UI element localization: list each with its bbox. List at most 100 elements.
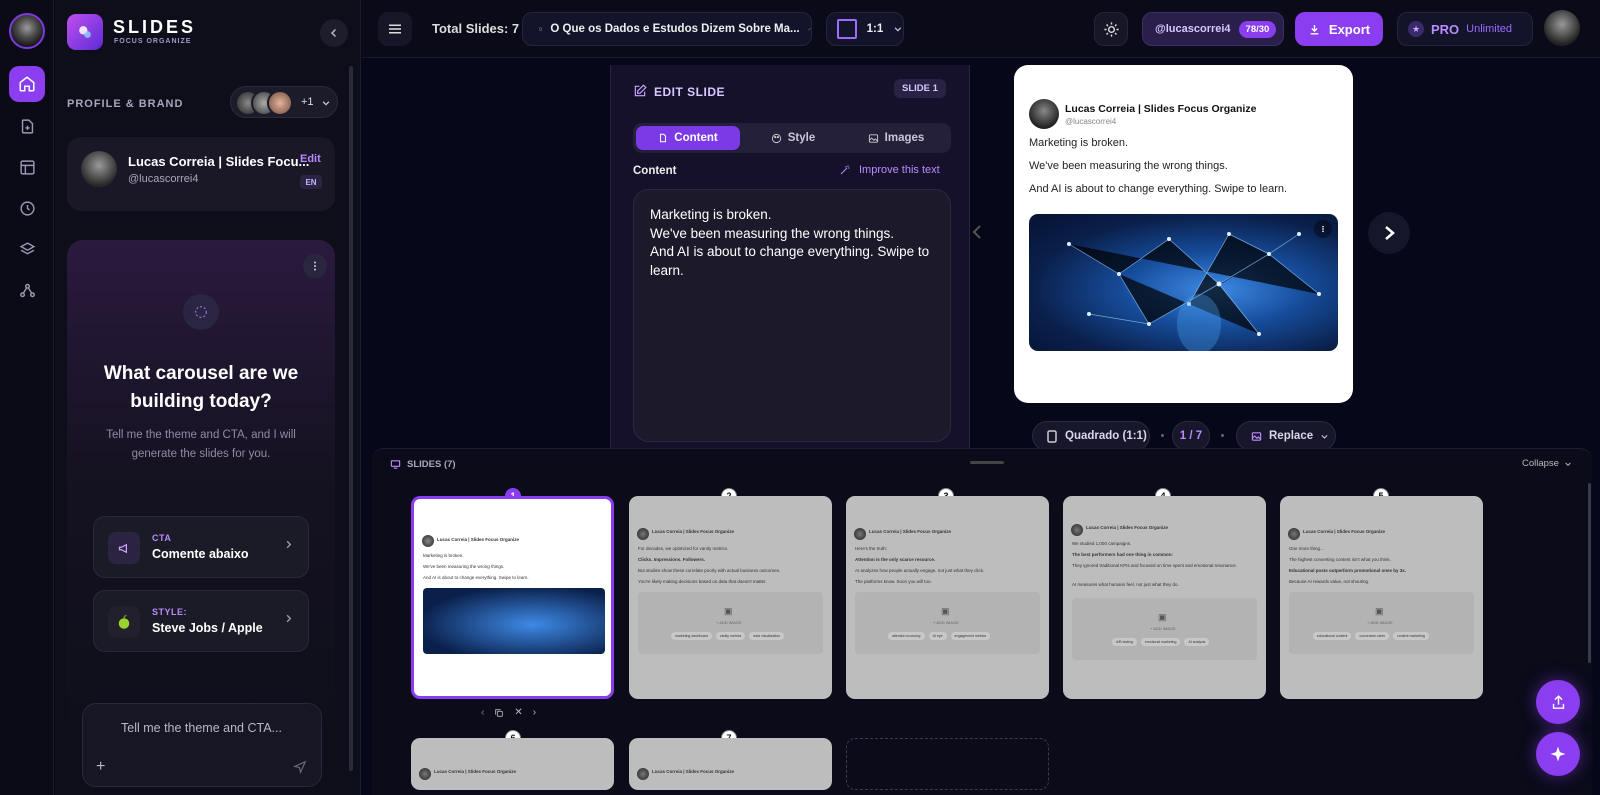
avatar <box>422 535 434 547</box>
replace-button[interactable]: Replace <box>1236 421 1336 451</box>
collapse-sidebar-button[interactable] <box>320 19 348 47</box>
new-file-icon[interactable] <box>9 108 45 144</box>
network-illustration <box>1067 232 1321 351</box>
chevron-left-icon[interactable] <box>972 225 982 239</box>
profile-handle: @lucascorrei4 <box>128 173 199 185</box>
tab-content[interactable]: Content <box>636 126 740 150</box>
image-placeholder[interactable]: ▣ + ADD IMAGE A/B testing emotional mark… <box>1072 598 1257 660</box>
history-icon[interactable] <box>9 190 45 226</box>
send-icon[interactable] <box>293 760 307 774</box>
home-icon[interactable] <box>9 66 45 102</box>
sidebar: SLIDES FOCUS ORGANIZE PROFILE & BRAND +1… <box>55 0 361 795</box>
loading-spinner-icon <box>183 294 219 330</box>
avatar <box>637 528 649 540</box>
tab-images-label: Images <box>884 132 925 144</box>
pencil-icon[interactable] <box>807 23 811 35</box>
slide-thumbnail[interactable]: Lucas Correia | Slides Focus Organize Fo… <box>629 496 832 699</box>
move-right-icon[interactable]: › <box>533 707 536 718</box>
tag: content marketing <box>1393 632 1429 640</box>
preview-line: Marketing is broken. <box>1029 137 1129 149</box>
preview-image[interactable] <box>1029 214 1338 351</box>
slide-thumbnail[interactable]: Lucas Correia | Slides Focus Organize He… <box>846 496 1049 699</box>
account-handle: @lucascorrei4 <box>1155 23 1231 35</box>
cta-card[interactable]: CTA Comente abaixo <box>93 516 309 578</box>
avatar-extra-count: +1 <box>301 96 314 108</box>
resize-handle[interactable] <box>970 461 1004 464</box>
slide-thumbnail[interactable]: Lucas Correia | Slides Focus Organize On… <box>1280 496 1483 699</box>
edit-profile-link[interactable]: Edit <box>300 153 321 165</box>
cta-label: CTA <box>152 533 172 543</box>
chat-composer[interactable]: Tell me the theme and CTA... + <box>82 703 322 787</box>
thumb-author: Lucas Correia | Slides Focus Organize <box>652 769 735 774</box>
thumb-line: The best performers had one thing in com… <box>1072 552 1174 557</box>
aspect-ratio-select[interactable]: 1:1 <box>826 12 904 46</box>
style-value: Steve Jobs / Apple <box>152 621 263 635</box>
user-avatar[interactable] <box>1544 10 1580 46</box>
slide-thumbnail[interactable]: Lucas Correia | Slides Focus Organize <box>629 738 832 790</box>
add-image-label: + ADD IMAGE <box>1150 626 1176 631</box>
add-slide-placeholder[interactable] <box>846 738 1049 790</box>
tags: attention economy AI eye engagement metr… <box>888 632 991 640</box>
tag: attention economy <box>888 632 925 640</box>
tab-images[interactable]: Images <box>844 126 948 150</box>
image-placeholder[interactable]: ▣ + ADD IMAGE marketing dashboard vanity… <box>638 592 823 654</box>
sidebar-scrollbar[interactable] <box>349 66 353 771</box>
image-placeholder[interactable]: ▣ + ADD IMAGE educational content conver… <box>1289 592 1474 654</box>
share-button[interactable] <box>1536 680 1580 724</box>
megaphone-icon <box>108 532 140 564</box>
delete-icon[interactable]: ✕ <box>514 707 522 718</box>
theme-toggle-button[interactable] <box>1094 12 1128 46</box>
document-icon <box>539 27 542 31</box>
language-badge[interactable]: EN <box>300 175 322 189</box>
tag: marketing dashboard <box>671 632 712 640</box>
plan-name: PRO <box>1431 21 1460 37</box>
edit-icon <box>634 84 647 97</box>
slide-thumbnail[interactable]: Lucas Correia | Slides Focus Organize <box>411 738 614 790</box>
next-slide-button[interactable] <box>1368 212 1410 254</box>
thumb-line: And AI is about to change everything. Sw… <box>423 575 529 580</box>
add-image-label: + ADD IMAGE <box>1367 620 1393 625</box>
integrations-icon[interactable] <box>9 272 45 308</box>
style-card[interactable]: STYLE: Steve Jobs / Apple <box>93 590 309 652</box>
preview-handle: @lucascorrei4 <box>1065 117 1117 126</box>
tab-content-label: Content <box>674 132 718 144</box>
slide-thumbnail[interactable]: Lucas Correia | Slides Focus Organize We… <box>1063 496 1266 699</box>
menu-button[interactable] <box>378 12 412 46</box>
slide-thumbnail[interactable]: Lucas Correia | Slides Focus Organize Ma… <box>411 496 614 699</box>
improve-text-button[interactable]: Improve this text <box>839 164 940 176</box>
duplicate-icon[interactable] <box>494 708 504 718</box>
add-attachment-icon[interactable]: + <box>96 758 105 776</box>
layers-icon[interactable] <box>9 231 45 267</box>
ai-chat-panel: What carousel are we building today? Tel… <box>67 240 335 750</box>
avatar <box>637 768 649 780</box>
profile-switcher[interactable]: +1 <box>230 86 338 118</box>
thumb-line: The platforms know. Soon you will too. <box>855 579 932 584</box>
export-button[interactable]: Export <box>1295 12 1383 46</box>
thumb-line: We studied 1,000 campaigns. <box>1072 541 1132 546</box>
strip-scrollbar[interactable] <box>1588 483 1591 663</box>
image-placeholder[interactable]: ▣ + ADD IMAGE attention economy AI eye e… <box>855 592 1040 654</box>
tab-style[interactable]: Style <box>741 126 845 150</box>
profile-card[interactable]: Lucas Correia | Slides Focu... @lucascor… <box>67 137 335 211</box>
ai-assistant-button[interactable] <box>1536 732 1580 776</box>
templates-icon[interactable] <box>9 149 45 185</box>
tags: A/B testing emotional marketing AI analy… <box>1112 638 1210 646</box>
format-select[interactable]: Quadrado (1:1) <box>1032 421 1150 451</box>
more-options-icon[interactable] <box>1314 220 1332 238</box>
top-bar: Total Slides: 7 O Que os Dados e Estudos… <box>362 0 1600 58</box>
thumb-line: Marketing is broken. <box>423 553 464 558</box>
collapse-strip-button[interactable]: Collapse <box>1522 458 1572 469</box>
tag: data visualization <box>749 632 785 640</box>
thumb-line: We've been measuring the wrong things. <box>423 564 505 569</box>
user-avatar[interactable] <box>9 13 45 49</box>
plan-badge[interactable]: ★ PRO Unlimited <box>1397 12 1533 46</box>
thumb-line: Attention is the only scarce resource. <box>855 557 936 562</box>
slides-count-label: SLIDES (7) <box>407 459 456 470</box>
composer-input[interactable]: Tell me the theme and CTA... <box>121 721 282 735</box>
move-left-icon[interactable]: ‹ <box>481 707 484 718</box>
content-textarea[interactable]: Marketing is broken. We've been measurin… <box>633 189 951 442</box>
account-badge[interactable]: @lucascorrei4 78/30 <box>1142 12 1284 46</box>
chevron-down-icon <box>1321 434 1328 439</box>
more-options-icon[interactable] <box>303 254 327 278</box>
document-title-field[interactable]: O Que os Dados e Estudos Dizem Sobre Ma.… <box>522 12 812 46</box>
